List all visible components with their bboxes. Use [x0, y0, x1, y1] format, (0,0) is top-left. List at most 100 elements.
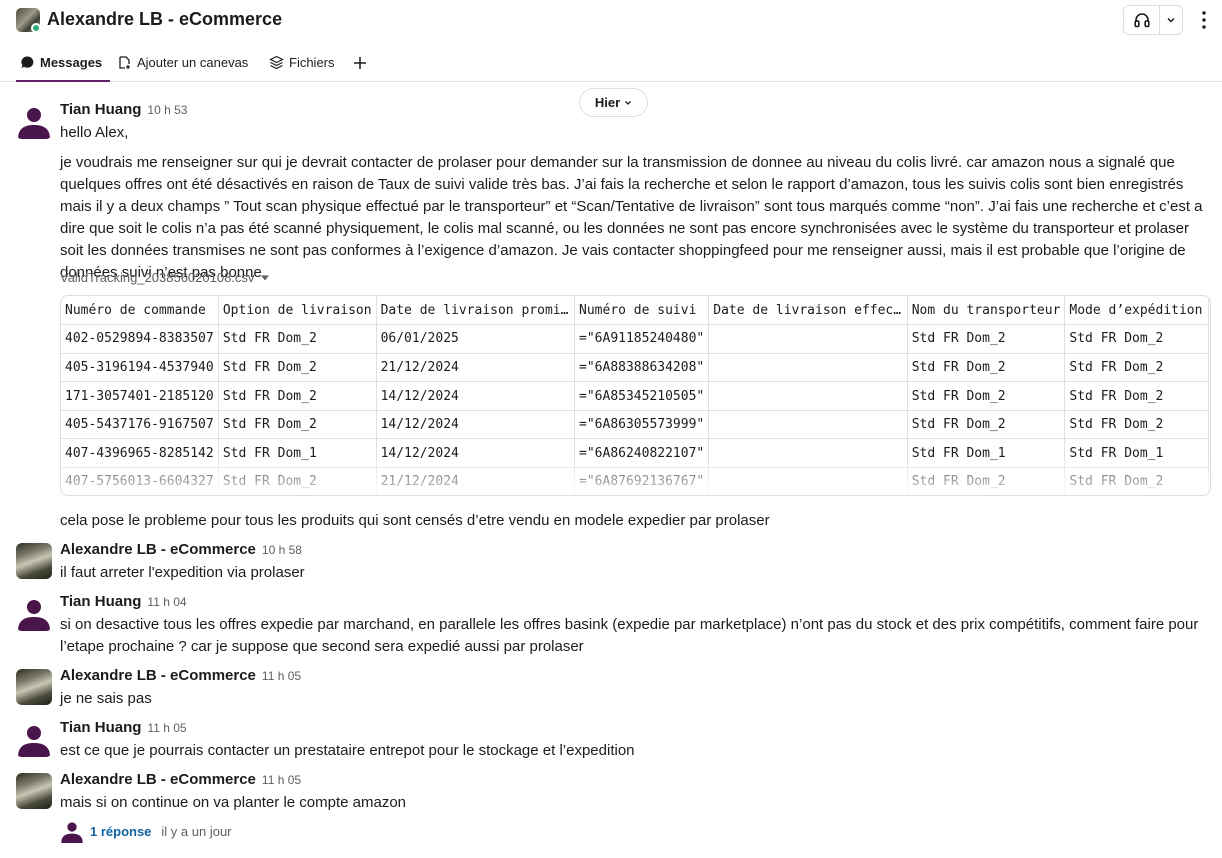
table-cell [708, 409, 908, 440]
tab-files[interactable]: Fichiers [269, 44, 335, 81]
table-cell: 14/12/2024 [375, 438, 576, 469]
table-cell [708, 352, 908, 383]
table-row: 402-0529894-8383507 Std FR Dom_2 06/01/202… [61, 324, 1209, 354]
thread-replies-link[interactable]: 1 réponse il y a un jour [60, 818, 232, 844]
message-timestamp[interactable]: 10 h 53 [147, 103, 187, 117]
add-tab-button[interactable] [351, 44, 369, 81]
table-cell: 171-3057401-2185120 [61, 381, 219, 411]
table-header-cell: Option de livraison [217, 296, 377, 326]
plus-icon [354, 56, 366, 69]
table-header-cell: Date de livraison effec… [708, 296, 908, 326]
table-cell: 402-0529894-8383507 [61, 324, 219, 354]
message-sender[interactable]: Tian Huang 11 h 05 [60, 719, 187, 736]
table-cell: Std FR Dom_2 [217, 352, 377, 383]
table-cell [708, 324, 908, 354]
message-sender[interactable]: Alexandre LB - eCommerce 11 h 05 [60, 771, 301, 788]
table-header-cell: Nom du transporteur [906, 296, 1066, 326]
table-cell: 06/01/2025 [375, 324, 576, 354]
table-cell [708, 438, 908, 469]
message-timestamp[interactable]: 11 h 04 [147, 595, 186, 609]
caret-down-icon [261, 275, 270, 280]
table-cell [708, 381, 908, 411]
table-cell: Std FR Dom_2 [217, 381, 377, 411]
csv-preview[interactable]: Numéro de commande Option de livraison Dat… [60, 295, 1211, 496]
tab-label: Fichiers [289, 55, 335, 70]
table-row: 405-3196194-4537940 Std FR Dom_2 21/12/202… [61, 352, 1209, 383]
chevron-down-icon [625, 100, 632, 105]
table-cell: Std FR Dom_1 [1064, 438, 1209, 469]
date-divider-button[interactable]: Hier [579, 88, 648, 117]
table-cell: Std FR Dom_2 [906, 381, 1066, 411]
table-cell: 407-4396965-8285142 [61, 438, 219, 469]
table-cell: ="6A87692136767" [574, 467, 710, 495]
message-sender[interactable]: Tian Huang 11 h 04 [60, 593, 187, 610]
table-header-row: Numéro de commande Option de livraison Dat… [61, 296, 1209, 326]
user-avatar[interactable] [16, 669, 52, 705]
table-cell: Std FR Dom_2 [906, 409, 1066, 440]
table-cell: Std FR Dom_2 [217, 324, 377, 354]
message-timestamp[interactable]: 10 h 58 [262, 543, 302, 557]
table-cell: Std FR Dom_2 [906, 324, 1066, 354]
user-avatar[interactable] [16, 773, 52, 809]
table-cell: Std FR Dom_1 [906, 438, 1066, 469]
message-text: mais si on continue on va planter le com… [60, 794, 407, 811]
tab-add-canvas[interactable]: Ajouter un canevas [117, 44, 248, 81]
channel-header: Alexandre LB - eCommerce [0, 0, 1222, 42]
table-cell: Std FR Dom_1 [217, 438, 377, 469]
table-cell: 405-3196194-4537940 [61, 352, 219, 383]
file-attachment-name[interactable]: ValidTracking_203856020108.csv [60, 270, 270, 285]
message-timestamp[interactable]: 11 h 05 [262, 773, 301, 787]
table-row: 407-5756013-6604327 Std FR Dom_2 21/12/202… [61, 467, 1209, 495]
table-cell: ="6A86240822107" [574, 438, 710, 469]
channel-title[interactable]: Alexandre LB - eCommerce [47, 9, 282, 30]
user-avatar[interactable] [16, 595, 52, 631]
table-cell: Std FR Dom_2 [217, 409, 377, 440]
channel-avatar[interactable] [16, 8, 40, 32]
table-header-cell: Date de livraison promi… [375, 296, 576, 326]
table-cell: Std FR Dom_2 [1064, 352, 1209, 383]
table-cell: Std FR Dom_2 [217, 467, 377, 495]
huddle-button-group [1123, 5, 1183, 35]
chevron-down-icon[interactable] [1160, 6, 1182, 34]
message-text: hello Alex, [60, 124, 129, 141]
more-options-icon[interactable] [1196, 7, 1212, 33]
message-timestamp[interactable]: 11 h 05 [262, 669, 301, 683]
table-cell: 21/12/2024 [375, 352, 576, 383]
table-cell: Std FR Dom_2 [1064, 381, 1209, 411]
online-status-icon [31, 23, 40, 32]
table-cell: 407-5756013-6604327 [61, 467, 219, 495]
last-reply-time: il y a un jour [161, 823, 232, 839]
headphones-icon[interactable] [1124, 6, 1160, 34]
table-cell: Std FR Dom_2 [906, 467, 1066, 495]
message-text: est ce que je pourrais contacter un pres… [60, 742, 635, 759]
reply-count[interactable]: 1 réponse [90, 824, 151, 839]
table-cell: Std FR Dom_2 [1064, 324, 1209, 354]
table-header-cell: Mode d’expédition [1064, 296, 1209, 326]
message-sender[interactable]: Alexandre LB - eCommerce 11 h 05 [60, 667, 301, 684]
user-avatar[interactable] [16, 721, 52, 757]
message-text: il faut arreter l'expedition via prolase… [60, 564, 305, 581]
message-sender[interactable]: Tian Huang 10 h 53 [60, 101, 187, 118]
table-cell: 14/12/2024 [375, 409, 576, 440]
table-cell: 21/12/2024 [375, 467, 576, 495]
table-header-cell: Numéro de suivi [574, 296, 710, 326]
table-cell: ="6A86305573999" [574, 409, 710, 440]
table-row: 405-5437176-9167507 Std FR Dom_2 14/12/202… [61, 409, 1209, 440]
message-text: si on desactive tous les offres expedie … [60, 616, 1199, 655]
table-cell: ="6A85345210505" [574, 381, 710, 411]
message-text: cela pose le probleme pour tous les prod… [60, 512, 770, 529]
table-cell: 405-5437176-9167507 [61, 409, 219, 440]
channel-tabs: Messages Ajouter un canevas Fichiers [0, 44, 1222, 82]
message-sender[interactable]: Alexandre LB - eCommerce 10 h 58 [60, 541, 302, 558]
message-timestamp[interactable]: 11 h 05 [147, 721, 186, 735]
csv-table: Numéro de commande Option de livraison Dat… [61, 296, 1209, 495]
table-cell: 14/12/2024 [375, 381, 576, 411]
layers-icon [269, 55, 284, 70]
tab-messages[interactable]: Messages [15, 44, 111, 82]
user-avatar[interactable] [16, 543, 52, 579]
table-cell: Std FR Dom_2 [1064, 409, 1209, 440]
date-divider-label: Hier [594, 95, 621, 110]
table-cell: ="6A88388634208" [574, 352, 710, 383]
canvas-icon [119, 56, 130, 69]
user-avatar[interactable] [16, 103, 52, 139]
